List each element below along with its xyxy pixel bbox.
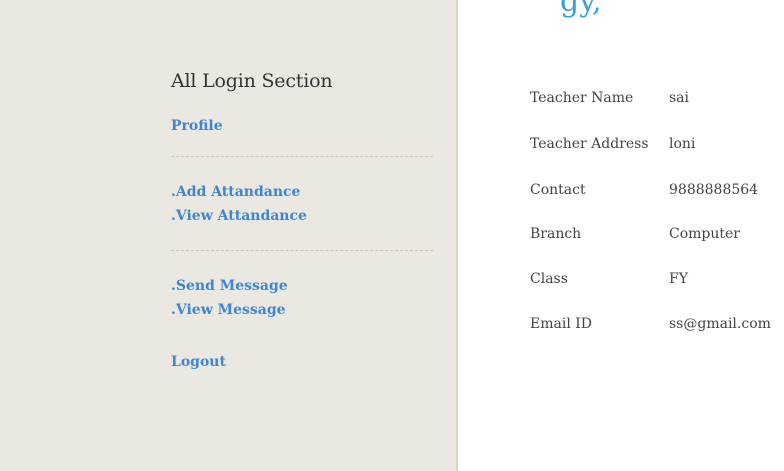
branch-value: Computer [669, 226, 740, 242]
teacher-address-value: loni [669, 136, 696, 152]
teacher-name-label: Teacher Name [530, 90, 634, 106]
class-value: FY [669, 271, 688, 287]
email-label: Email ID [530, 316, 593, 332]
sidebar-divider [171, 156, 433, 157]
send-message-link[interactable]: .Send Message [171, 278, 288, 294]
sidebar: All Login Section Profile .Add Attandanc… [0, 0, 458, 471]
page: gy, All Login Section Profile .Add Attan… [0, 0, 784, 471]
teacher-name-value: sai [669, 90, 690, 106]
contact-label: Contact [530, 182, 586, 198]
page-heading-partial: gy, [560, 0, 602, 19]
profile-link[interactable]: Profile [171, 118, 223, 134]
class-label: Class [530, 271, 568, 287]
email-value: ss@gmail.com [669, 316, 771, 332]
logout-link[interactable]: Logout [171, 354, 226, 370]
view-attendance-link[interactable]: .View Attandance [171, 208, 307, 224]
contact-value: 9888888564 [669, 182, 759, 198]
view-message-link[interactable]: .View Message [171, 302, 286, 318]
add-attendance-link[interactable]: .Add Attandance [171, 184, 300, 200]
sidebar-title: All Login Section [171, 70, 333, 92]
teacher-address-label: Teacher Address [530, 136, 649, 152]
branch-label: Branch [530, 226, 582, 242]
sidebar-divider [171, 250, 433, 251]
